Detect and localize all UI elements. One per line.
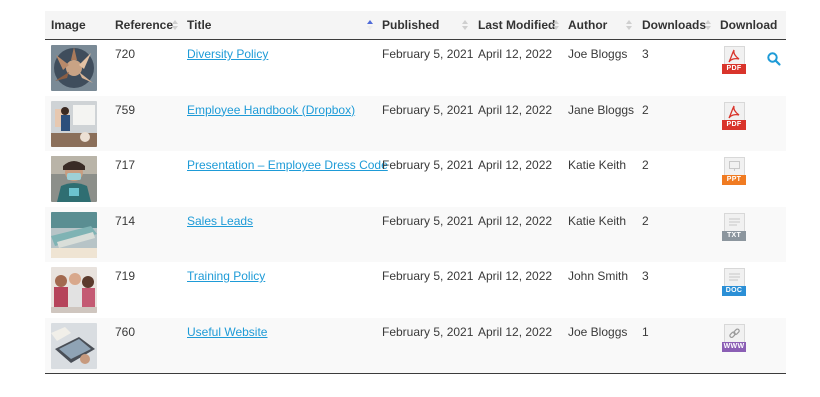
header-author[interactable]: Author [568, 11, 607, 40]
downloads-cell: 2 [642, 158, 649, 172]
reference-cell: 717 [115, 158, 136, 172]
header-reference[interactable]: Reference [115, 11, 173, 40]
sort-title-icon[interactable] [367, 19, 373, 31]
doc-file-icon[interactable]: DOC [722, 268, 748, 302]
documents-table: Image Reference Title Published Last Mod… [45, 11, 786, 374]
file-type-label: WWW [722, 341, 746, 352]
search-icon[interactable] [766, 51, 782, 67]
presentation-thumbnail[interactable] [51, 100, 97, 147]
downloads-cell: 1 [642, 324, 649, 339]
header-download: Download [720, 18, 778, 32]
downloads-cell: 3 [642, 269, 649, 283]
last-modified-cell: April 12, 2022 [478, 158, 553, 172]
title-link[interactable]: Sales Leads [187, 214, 253, 228]
file-type-label: PDF [722, 119, 746, 130]
published-cell: February 5, 2021 [382, 269, 474, 283]
published-cell: February 5, 2021 [382, 47, 474, 61]
table-row: 759 Employee Handbook (Dropbox) February… [45, 95, 786, 151]
author-cell: Joe Bloggs [568, 324, 628, 339]
reference-cell: 760 [115, 324, 136, 339]
header-last-modified[interactable]: Last Modified [478, 11, 555, 40]
published-cell: February 5, 2021 [382, 158, 474, 172]
title-link[interactable]: Presentation – Employee Dress Code [187, 158, 388, 172]
team-hands-thumbnail[interactable] [51, 45, 97, 91]
title-link[interactable]: Diversity Policy [187, 47, 268, 61]
laptop-thumbnail[interactable] [51, 322, 97, 369]
person-mask-thumbnail[interactable] [51, 156, 97, 202]
published-cell: February 5, 2021 [382, 102, 474, 117]
txt-file-icon[interactable]: TXT [722, 212, 748, 247]
file-type-label: DOC [722, 286, 746, 296]
stapler-thumbnail[interactable] [51, 211, 97, 258]
title-link[interactable]: Employee Handbook (Dropbox) [187, 103, 355, 117]
www-link-icon[interactable]: WWW [722, 323, 748, 358]
author-cell: Katie Keith [568, 158, 627, 172]
sort-author-icon[interactable] [626, 19, 632, 31]
downloads-cell: 2 [642, 213, 649, 228]
file-type-label: TXT [722, 230, 746, 241]
header-published[interactable]: Published [382, 11, 439, 40]
reference-cell: 759 [115, 102, 136, 117]
ppt-file-icon[interactable]: PPT [722, 157, 748, 191]
last-modified-cell: April 12, 2022 [478, 213, 553, 228]
title-link[interactable]: Training Policy [187, 269, 265, 283]
title-link[interactable]: Useful Website [187, 325, 267, 339]
last-modified-cell: April 12, 2022 [478, 102, 553, 117]
author-cell: Jane Bloggs [568, 102, 635, 117]
table-header: Image Reference Title Published Last Mod… [45, 11, 786, 40]
table-row: 720 Diversity Policy February 5, 2021 Ap… [45, 40, 786, 96]
author-cell: Joe Bloggs [568, 47, 628, 61]
sort-last-modified-icon[interactable] [553, 19, 559, 31]
pdf-file-icon[interactable]: PDF [722, 101, 748, 136]
reference-cell: 720 [115, 47, 136, 61]
last-modified-cell: April 12, 2022 [478, 324, 553, 339]
table-row: 719 Training Policy February 5, 2021 Apr… [45, 262, 786, 318]
last-modified-cell: April 12, 2022 [478, 47, 553, 61]
header-downloads[interactable]: Downloads [642, 11, 706, 40]
author-cell: John Smith [568, 269, 629, 283]
file-type-label: PPT [722, 175, 746, 185]
reference-cell: 719 [115, 269, 136, 283]
author-cell: Katie Keith [568, 213, 627, 228]
sort-reference-icon[interactable] [172, 19, 178, 31]
table-row: 760 Useful Website February 5, 2021 Apri… [45, 317, 786, 373]
header-image: Image [51, 18, 86, 32]
sort-downloads-icon[interactable] [705, 19, 711, 31]
meeting-thumbnail[interactable] [51, 267, 97, 313]
sort-published-icon[interactable] [462, 19, 468, 31]
table-bottom-border [45, 373, 786, 374]
table-row: 717 Presentation – Employee Dress Code F… [45, 151, 786, 207]
pdf-file-icon[interactable]: PDF [722, 46, 748, 80]
last-modified-cell: April 12, 2022 [478, 269, 553, 283]
downloads-cell: 3 [642, 47, 649, 61]
published-cell: February 5, 2021 [382, 324, 474, 339]
header-title[interactable]: Title [187, 11, 211, 40]
downloads-cell: 2 [642, 102, 649, 117]
table-row: 714 Sales Leads February 5, 2021 April 1… [45, 206, 786, 262]
reference-cell: 714 [115, 213, 136, 228]
published-cell: February 5, 2021 [382, 213, 474, 228]
file-type-label: PDF [722, 64, 746, 74]
